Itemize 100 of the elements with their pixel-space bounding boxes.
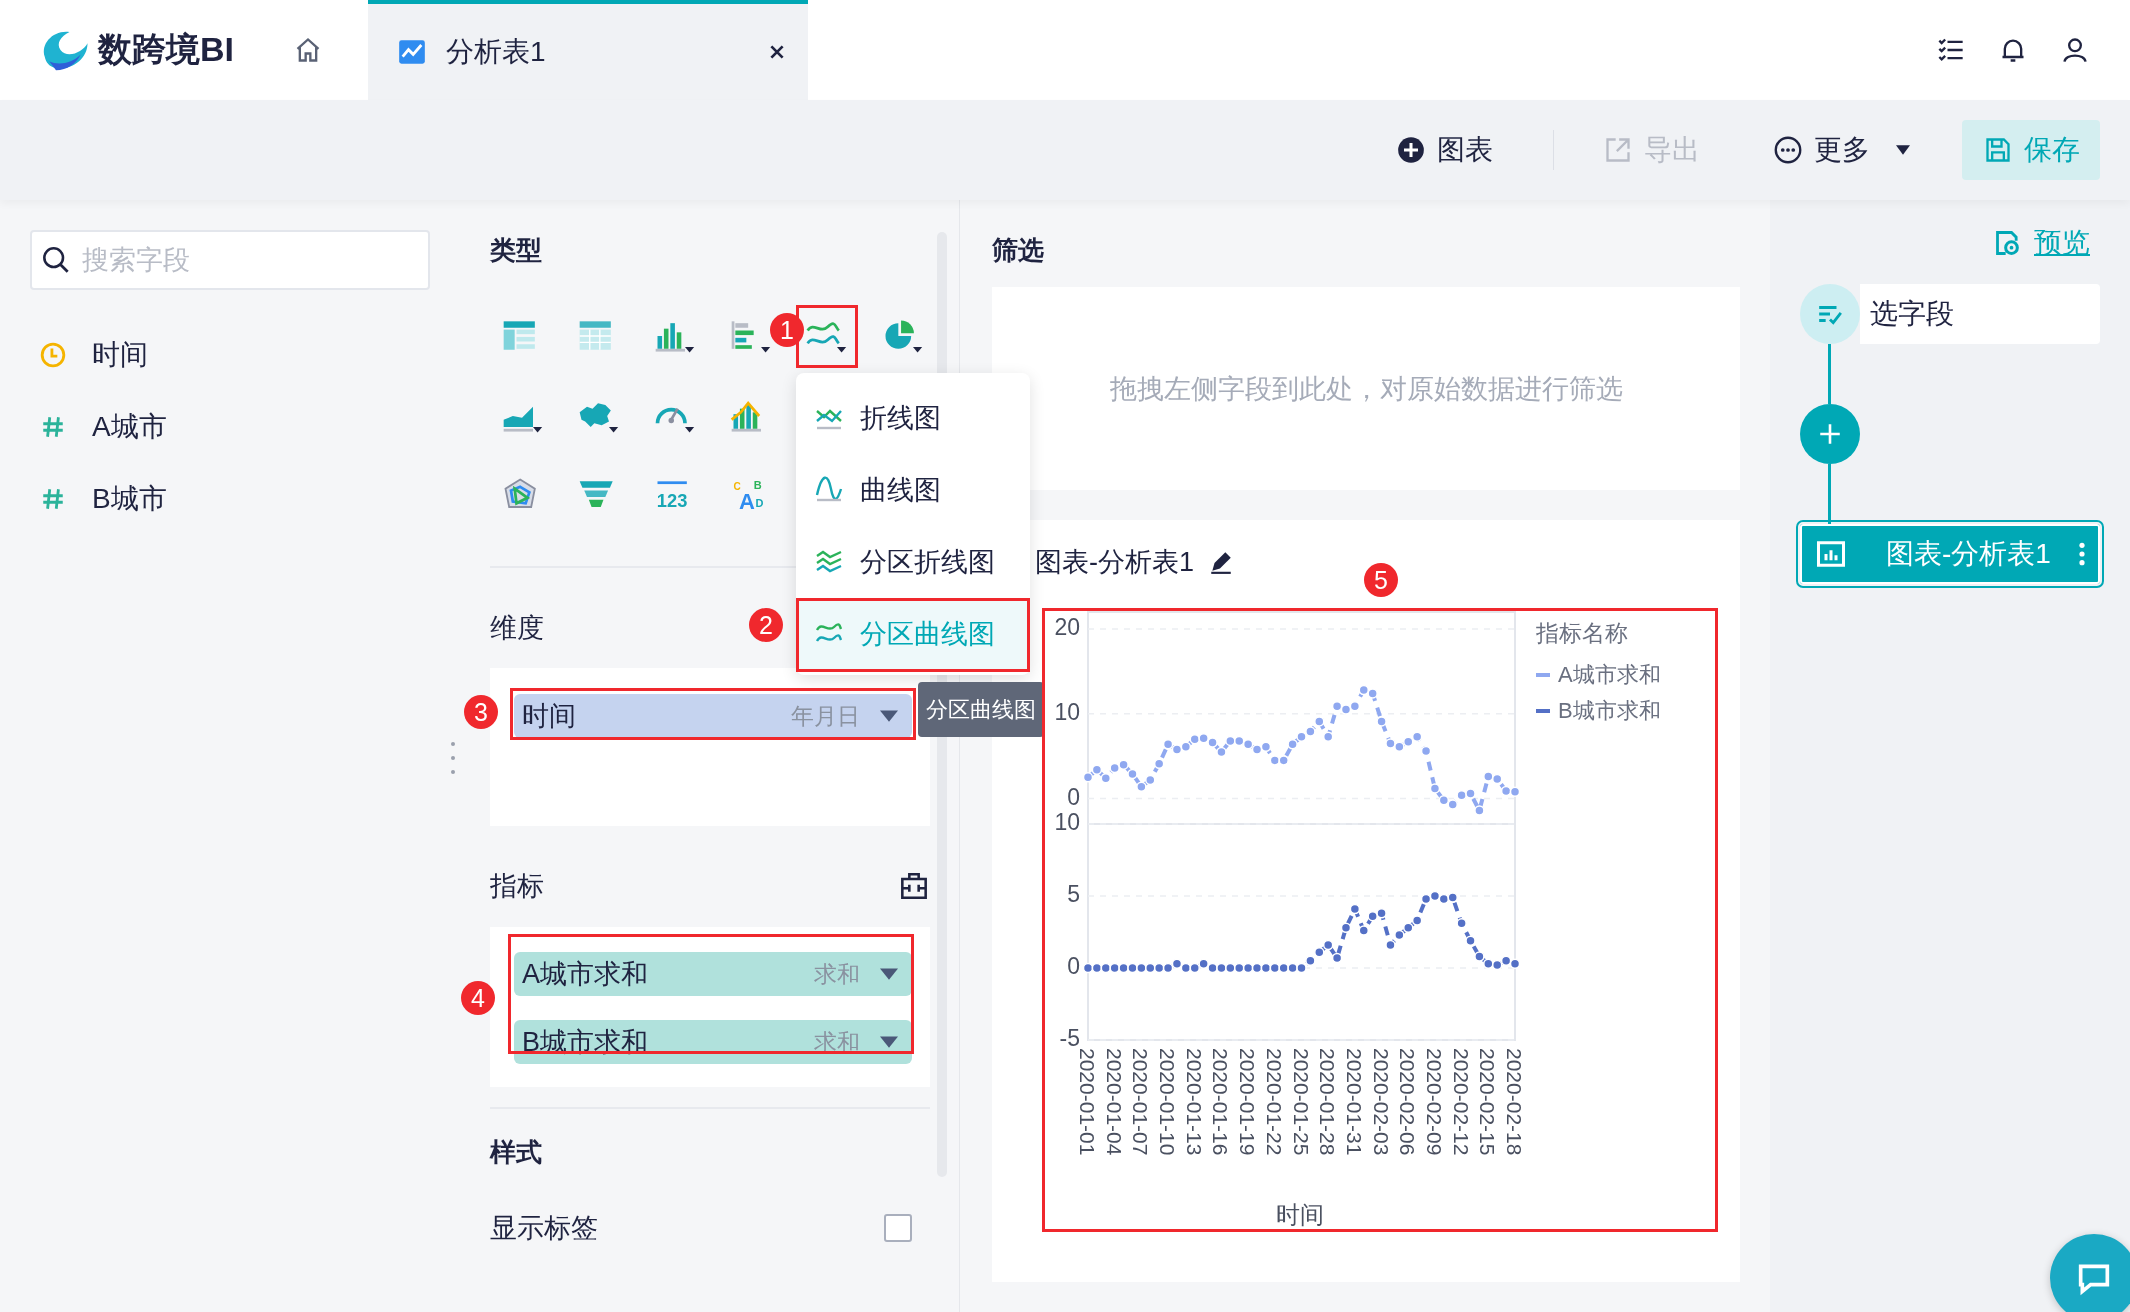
- section-heading: 维度: [490, 612, 544, 645]
- field-select-icon[interactable]: [1800, 284, 1860, 344]
- data-point: [1429, 783, 1441, 794]
- data-point: [1322, 939, 1334, 951]
- data-point: [1385, 738, 1396, 749]
- legend-label[interactable]: A城市求和: [1558, 660, 1661, 690]
- x-axis-label: 2020-01-19: [1236, 1048, 1260, 1156]
- data-point: [1500, 955, 1512, 967]
- field-name[interactable]: A城市: [92, 408, 167, 446]
- data-point: [1127, 768, 1138, 780]
- data-point: [1145, 962, 1156, 974]
- step-card[interactable]: 选字段: [1860, 284, 2100, 344]
- data-point: [1438, 893, 1450, 905]
- tab[interactable]: 分析表1: [368, 0, 808, 100]
- data-point: [1394, 741, 1405, 753]
- tooltip: 分区曲线图: [918, 682, 1044, 737]
- line-chart-icon: [398, 38, 426, 66]
- step-number-marker: 4: [461, 981, 495, 1015]
- field-name[interactable]: 时间: [92, 336, 148, 374]
- data-point: [1189, 733, 1200, 745]
- y-axis-label: 0: [1067, 783, 1080, 810]
- data-point: [1100, 962, 1112, 974]
- x-axis-label: 2020-01-10: [1156, 1048, 1180, 1156]
- data-point: [1474, 805, 1485, 816]
- data-point: [1491, 959, 1503, 971]
- data-point: [1474, 951, 1485, 962]
- data-point: [1509, 958, 1521, 969]
- add-step-button[interactable]: [1800, 404, 1860, 464]
- aggregation-label: 求和: [814, 1027, 860, 1057]
- x-axis-label: 2020-02-12: [1449, 1048, 1473, 1156]
- menu-item[interactable]: 分区折线图: [796, 526, 1030, 598]
- plus-circle-icon: [1397, 136, 1425, 164]
- x-axis-label: 2020-02-09: [1422, 1048, 1446, 1156]
- data-point: [1420, 893, 1432, 905]
- x-axis-label: 2020-01-22: [1262, 1048, 1286, 1156]
- data-point: [1376, 716, 1387, 727]
- preview-icon: [1994, 229, 2022, 257]
- measure-field-pill[interactable]: A城市求和 求和: [514, 952, 912, 996]
- data-point: [1447, 799, 1458, 810]
- aggregation-label: 求和: [814, 959, 860, 989]
- caret-icon[interactable]: [880, 968, 898, 980]
- checkbox[interactable]: [884, 1214, 912, 1242]
- data-point: [1385, 939, 1396, 951]
- data-point: [1251, 962, 1263, 974]
- legend-label[interactable]: B城市求和: [1558, 696, 1661, 726]
- data-point: [1322, 731, 1334, 742]
- data-point: [1082, 962, 1094, 974]
- chart-title: 图表-分析表1: [1035, 546, 1194, 579]
- data-point: [1314, 716, 1325, 727]
- add-button[interactable]: 图表: [1397, 120, 1493, 180]
- step-number-marker: 1: [770, 313, 804, 347]
- toolbox-icon[interactable]: [900, 872, 928, 900]
- data-point: [1216, 962, 1227, 974]
- data-point: [1358, 925, 1369, 936]
- data-point: [1411, 915, 1423, 926]
- search-icon: [42, 246, 70, 274]
- data-point: [1447, 892, 1458, 903]
- x-axis-label: 2020-02-06: [1396, 1048, 1420, 1156]
- more-button[interactable]: 更多: [1774, 120, 1910, 180]
- caret-icon[interactable]: [880, 1036, 898, 1048]
- search-field[interactable]: 搜索字段: [30, 230, 430, 290]
- data-point: [1127, 962, 1138, 974]
- x-axis-label: 2020-01-25: [1289, 1048, 1313, 1156]
- more-vertical-icon[interactable]: [2078, 541, 2086, 567]
- close-icon[interactable]: [768, 43, 786, 61]
- drop-hint: 拖拽左侧字段到此处，对原始数据进行筛选: [1109, 372, 1623, 406]
- logo-text: 数跨境BI: [98, 29, 234, 70]
- data-point: [1376, 908, 1387, 919]
- data-point: [1162, 739, 1174, 750]
- field-name[interactable]: B城市: [92, 480, 167, 518]
- data-point: [1260, 962, 1272, 974]
- x-axis-label: 2020-01-28: [1316, 1048, 1340, 1156]
- bar-chart-icon: [1816, 539, 1846, 569]
- dimension-field-pill[interactable]: 时间 年月日: [514, 694, 912, 738]
- data-point: [1367, 910, 1378, 922]
- x-axis-title: 时间: [1276, 1201, 1324, 1228]
- data-point: [1305, 955, 1316, 967]
- data-point: [1118, 962, 1129, 974]
- data-point: [1153, 962, 1165, 974]
- caret-icon: [1896, 145, 1910, 155]
- data-point: [1314, 946, 1325, 958]
- data-point: [1269, 755, 1281, 766]
- data-point: [1296, 731, 1307, 742]
- data-point: [1234, 735, 1245, 747]
- data-point: [1260, 741, 1272, 753]
- more-icon: [1774, 136, 1802, 164]
- y-axis-label: 10: [1054, 698, 1080, 725]
- data-point: [1216, 746, 1227, 758]
- y-axis-label: 5: [1067, 881, 1080, 908]
- data-point: [1349, 903, 1361, 915]
- pencil-icon[interactable]: [1208, 549, 1234, 575]
- caret-icon[interactable]: [880, 710, 898, 722]
- data-point: [1207, 737, 1218, 748]
- x-axis-label: 2020-02-18: [1503, 1048, 1526, 1156]
- y-axis-label: 0: [1067, 953, 1080, 980]
- data-point: [1420, 745, 1432, 757]
- y-axis-label: 10: [1054, 809, 1080, 836]
- x-axis-label: 2020-01-07: [1129, 1048, 1153, 1156]
- data-point: [1189, 962, 1200, 974]
- data-point: [1429, 890, 1441, 902]
